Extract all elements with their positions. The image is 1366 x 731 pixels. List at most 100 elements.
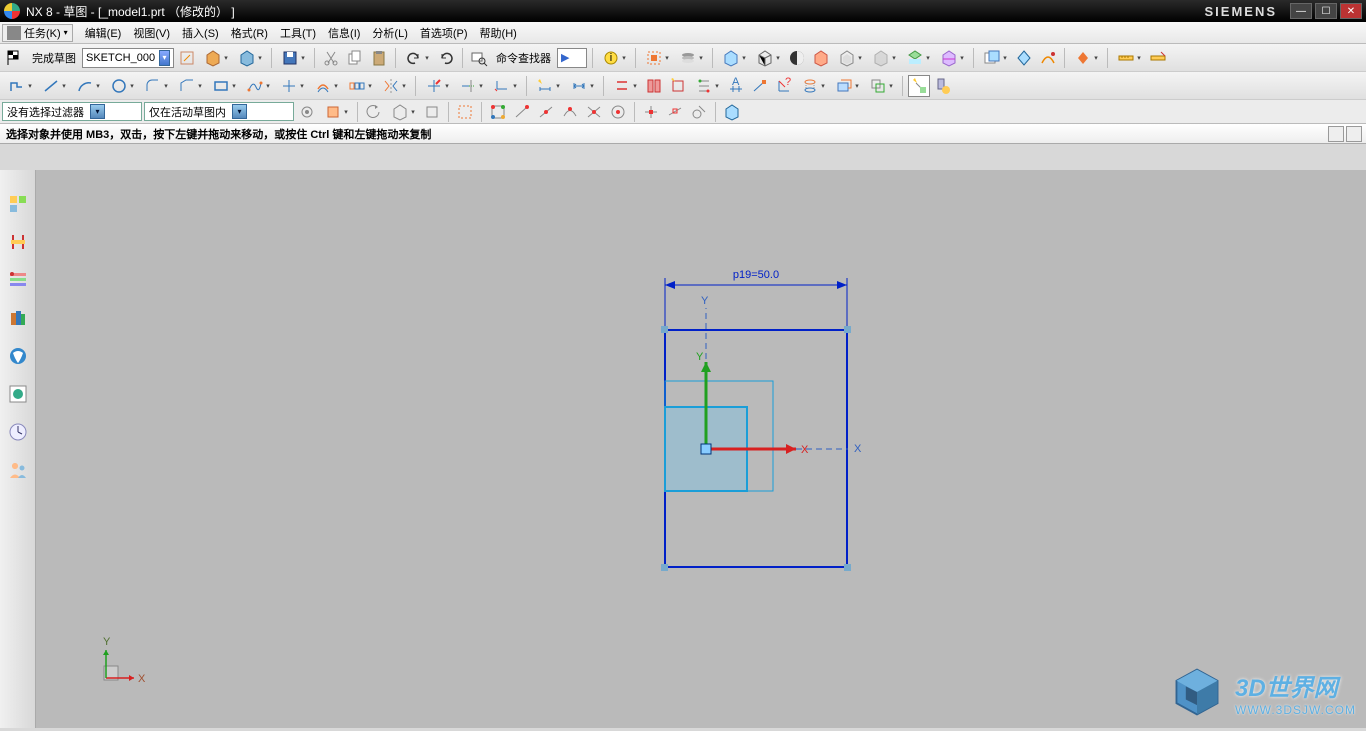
assembly-navigator-icon[interactable]: [4, 228, 32, 256]
edit-section-icon[interactable]: [936, 47, 968, 69]
menu-view[interactable]: 视图(V): [127, 25, 176, 41]
browser-icon[interactable]: [4, 380, 32, 408]
snap-oncurve-icon[interactable]: [664, 101, 686, 123]
copy-icon[interactable]: [344, 47, 366, 69]
maximize-button[interactable]: ☐: [1315, 3, 1337, 19]
add-existing-icon[interactable]: [865, 75, 897, 97]
intersect-curve-icon[interactable]: [831, 75, 863, 97]
profile-icon[interactable]: [4, 75, 36, 97]
prompt-opt2-icon[interactable]: [1346, 126, 1362, 142]
menu-analyze[interactable]: 分析(L): [366, 25, 413, 41]
measure-icon[interactable]: [1113, 47, 1145, 69]
constraint-icon[interactable]: [609, 75, 641, 97]
vertex-bl[interactable]: [661, 564, 668, 571]
redo-icon[interactable]: [435, 47, 457, 69]
rectangle-icon[interactable]: [208, 75, 240, 97]
clip-icon[interactable]: [902, 47, 934, 69]
undo-icon[interactable]: [401, 47, 433, 69]
prompt-opt1-icon[interactable]: [1328, 126, 1344, 142]
command-finder-label[interactable]: 命令查找器: [492, 50, 555, 66]
vertex-tl[interactable]: [661, 326, 668, 333]
trim-icon[interactable]: [421, 75, 453, 97]
vertex-br[interactable]: [844, 564, 851, 571]
spline-icon[interactable]: [242, 75, 274, 97]
measure2-icon[interactable]: [1147, 47, 1169, 69]
command-finder-icon[interactable]: [468, 47, 490, 69]
create-infer-icon[interactable]: [908, 75, 930, 97]
layer-icon[interactable]: [675, 47, 707, 69]
wave-icon[interactable]: [979, 47, 1011, 69]
vertex-tr[interactable]: [844, 326, 851, 333]
arc-icon[interactable]: [72, 75, 104, 97]
task-menu-button[interactable]: 任务(K) ▾: [2, 24, 73, 42]
delay-eval-icon[interactable]: [932, 75, 954, 97]
menu-tools[interactable]: 工具(T): [274, 25, 322, 41]
chamfer-icon[interactable]: [174, 75, 206, 97]
selection-scope-combo[interactable]: 仅在活动草图内▾: [144, 102, 294, 121]
snap-tangent-icon[interactable]: [688, 101, 710, 123]
sketch-name-combo[interactable]: SKETCH_000▾: [82, 48, 174, 68]
update-model-icon[interactable]: [200, 47, 232, 69]
roles-icon[interactable]: [4, 456, 32, 484]
diamond-icon[interactable]: [1013, 47, 1035, 69]
render-style-icon[interactable]: [718, 47, 750, 69]
point-icon[interactable]: [276, 75, 308, 97]
continuous-dim-icon[interactable]: A: [725, 75, 747, 97]
close-button[interactable]: ✕: [1340, 3, 1362, 19]
selection-filter-combo[interactable]: 没有选择过滤器▾: [2, 102, 142, 121]
true-shading-icon[interactable]: [786, 47, 808, 69]
snap-end-icon[interactable]: [511, 101, 533, 123]
hd3d-icon[interactable]: [4, 342, 32, 370]
orient-view-icon[interactable]: [234, 47, 266, 69]
paste-icon[interactable]: [368, 47, 390, 69]
snap-mid-icon[interactable]: [535, 101, 557, 123]
sel-body-icon[interactable]: [387, 101, 419, 123]
snap-intersect-icon[interactable]: [583, 101, 605, 123]
line-icon[interactable]: [38, 75, 70, 97]
menu-format[interactable]: 格式(R): [225, 25, 274, 41]
history-icon[interactable]: [4, 418, 32, 446]
wcs-icon[interactable]: i: [598, 47, 630, 69]
sel-rect-icon[interactable]: [454, 101, 476, 123]
dimension-icon[interactable]: [566, 75, 598, 97]
show-constraint-icon[interactable]: [643, 75, 665, 97]
sel-prev-icon[interactable]: [363, 101, 385, 123]
dimension-p19[interactable]: p19=50.0: [665, 269, 847, 328]
constraint-navigator-icon[interactable]: [4, 266, 32, 294]
sel-face-icon[interactable]: [421, 101, 443, 123]
extend-icon[interactable]: [455, 75, 487, 97]
finish-sketch-flag-icon[interactable]: [4, 47, 26, 69]
pmi-icon[interactable]: [1070, 47, 1102, 69]
menu-edit[interactable]: 编辑(E): [79, 25, 128, 41]
circle-icon[interactable]: [106, 75, 138, 97]
snap-ctrl-icon[interactable]: [559, 101, 581, 123]
pattern-curve-icon[interactable]: [344, 75, 376, 97]
filter-settings-icon[interactable]: [296, 101, 318, 123]
auto-dim-icon[interactable]: [532, 75, 564, 97]
menu-insert[interactable]: 插入(S): [176, 25, 225, 41]
reattach-icon[interactable]: [176, 47, 198, 69]
options-icon[interactable]: [1037, 47, 1059, 69]
cut-icon[interactable]: [320, 47, 342, 69]
menu-info[interactable]: 信息(I): [322, 25, 366, 41]
reuse-library-icon[interactable]: [4, 304, 32, 332]
snap-center-icon[interactable]: [607, 101, 629, 123]
infer-constraint-icon[interactable]: [749, 75, 771, 97]
auto-constraint-icon[interactable]: [667, 75, 689, 97]
project-curve-icon[interactable]: [797, 75, 829, 97]
menu-prefs[interactable]: 首选项(P): [414, 25, 474, 41]
part-navigator-icon[interactable]: [4, 190, 32, 218]
mirror-curve-icon[interactable]: [378, 75, 410, 97]
hidden-edges-icon[interactable]: [834, 47, 866, 69]
finish-sketch-label[interactable]: 完成草图: [28, 50, 80, 66]
snap-solid-icon[interactable]: [721, 101, 743, 123]
snap-quadrant-icon[interactable]: [640, 101, 662, 123]
minimize-button[interactable]: —: [1290, 3, 1312, 19]
view-fit-icon[interactable]: [641, 47, 673, 69]
fillet-icon[interactable]: [140, 75, 172, 97]
convert-ref-icon[interactable]: [691, 75, 723, 97]
graphics-canvas[interactable]: p19=50.0 X Y X Y X: [36, 170, 1366, 728]
make-corner-icon[interactable]: [489, 75, 521, 97]
filter-more-icon[interactable]: [320, 101, 352, 123]
see-thru-icon[interactable]: [868, 47, 900, 69]
